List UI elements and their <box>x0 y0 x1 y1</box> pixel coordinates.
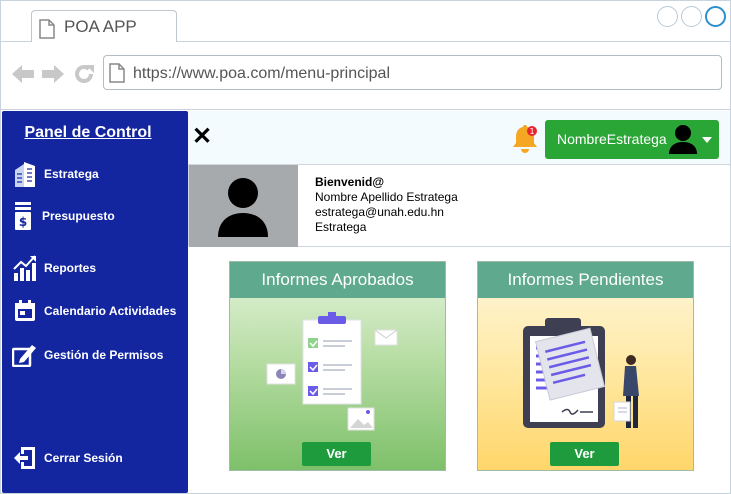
sidebar-item-label: Gestión de Permisos <box>44 348 164 362</box>
clipboard-illustration <box>523 318 639 428</box>
document-icon <box>39 19 55 39</box>
role: Estratega <box>315 220 367 234</box>
close-icon[interactable]: ✕ <box>192 125 212 149</box>
checklist-illustration <box>266 312 398 431</box>
permission-icon <box>12 342 38 368</box>
email: estratega@unah.edu.hn <box>315 205 444 219</box>
sidebar-item-reportes[interactable]: Reportes <box>12 253 182 283</box>
address-row: https://www.poa.com/menu-principal <box>1 42 730 110</box>
logout-button[interactable]: Cerrar Sesión <box>12 443 182 473</box>
sidebar-item-presupuesto[interactable]: $ Presupuesto <box>10 201 180 231</box>
sidebar-item-label: Estratega <box>44 167 99 181</box>
browser-window: POA APP https://www.poa.com/menu-princip… <box>0 0 731 494</box>
sidebar-item-permisos[interactable]: Gestión de Permisos <box>12 340 182 370</box>
user-silhouette-icon <box>218 178 268 237</box>
top-bar: ✕ 1 NombreEstratega <box>188 111 730 165</box>
window-control-maximize[interactable] <box>681 6 702 27</box>
chevron-down-icon <box>702 137 712 143</box>
view-pending-button[interactable]: Ver <box>550 442 619 466</box>
window-control-close[interactable] <box>705 6 726 27</box>
sidebar-item-calendario[interactable]: Calendario Actividades <box>12 296 182 326</box>
user-menu-button[interactable]: NombreEstratega <box>545 120 719 159</box>
url-text: https://www.poa.com/menu-principal <box>133 65 390 82</box>
approved-reports-card: Informes Aprobados Ver <box>229 261 446 471</box>
card-title: Informes Aprobados <box>230 262 445 298</box>
browser-tab[interactable]: POA APP <box>31 10 177 43</box>
logout-label: Cerrar Sesión <box>44 451 123 465</box>
budget-icon: $ <box>10 202 36 230</box>
card-title: Informes Pendientes <box>478 262 693 298</box>
calendar-icon <box>12 298 38 324</box>
logout-icon <box>12 445 38 471</box>
building-icon <box>12 161 38 187</box>
sidebar-item-label: Reportes <box>44 261 97 275</box>
notification-count: 1 <box>529 127 534 136</box>
sidebar-title: Panel de Control <box>24 124 152 141</box>
chart-icon <box>12 255 38 281</box>
tab-title: POA APP <box>64 17 137 36</box>
sidebar-item-estratega[interactable]: Estratega <box>12 159 182 189</box>
profile-card: Bienvenid@ Nombre Apellido Estratega est… <box>188 164 731 247</box>
username-label: NombreEstratega <box>557 131 667 147</box>
welcome-text: Bienvenid@ <box>315 175 385 189</box>
reload-icon[interactable] <box>73 63 95 85</box>
sidebar: Panel de Control Estratega $ Presupuesto… <box>2 111 188 493</box>
user-avatar-icon <box>669 125 697 154</box>
pending-reports-card: Informes Pendientes Ver <box>477 261 694 471</box>
tab-bar: POA APP <box>1 1 730 43</box>
back-arrow-icon[interactable] <box>12 64 34 84</box>
window-control-minimize[interactable] <box>657 6 678 27</box>
view-approved-button[interactable]: Ver <box>302 442 371 466</box>
forward-arrow-icon[interactable] <box>42 64 64 84</box>
svg-text:$: $ <box>19 215 27 229</box>
full-name: Nombre Apellido Estratega <box>315 190 458 204</box>
page-icon <box>109 63 125 83</box>
notification-bell-icon[interactable]: 1 <box>510 124 540 154</box>
profile-photo <box>189 165 298 247</box>
sidebar-item-label: Presupuesto <box>42 209 115 223</box>
address-bar[interactable]: https://www.poa.com/menu-principal <box>103 55 722 90</box>
sidebar-item-label: Calendario Actividades <box>44 304 177 318</box>
